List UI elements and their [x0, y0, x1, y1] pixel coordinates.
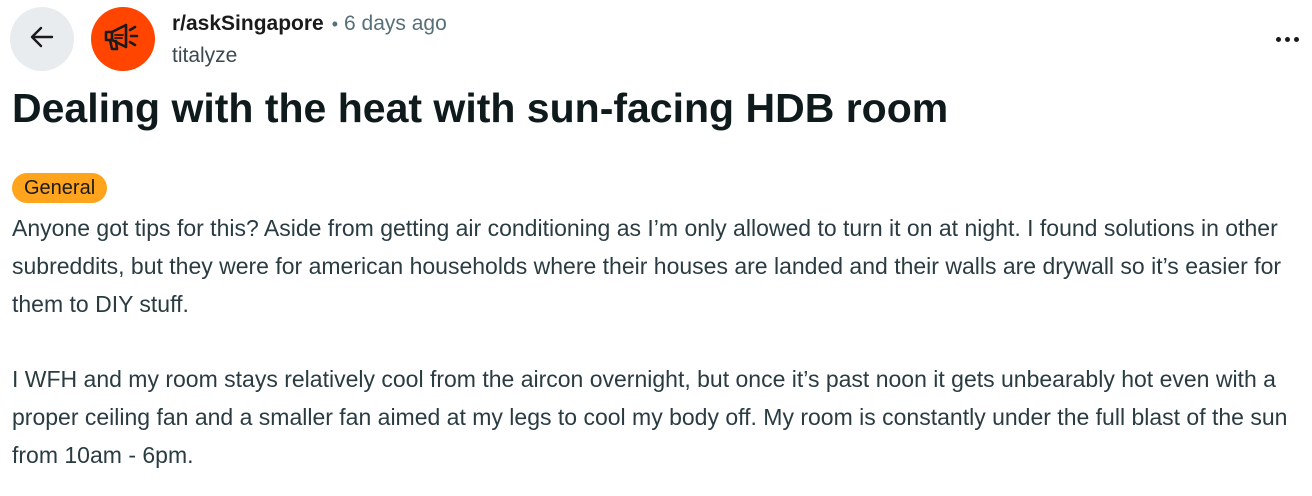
more-horizontal-icon	[1293, 36, 1299, 42]
more-options-button[interactable]	[1270, 24, 1304, 54]
post-paragraph: Anyone got tips for this? Aside from get…	[12, 215, 1282, 317]
subreddit-avatar[interactable]	[91, 7, 155, 71]
more-horizontal-icon	[1284, 36, 1290, 42]
back-button[interactable]	[10, 7, 74, 71]
more-horizontal-icon	[1275, 36, 1281, 42]
post-paragraph: I WFH and my room stays relatively cool …	[12, 366, 1288, 468]
post-title: Dealing with the heat with sun-facing HD…	[12, 85, 949, 131]
author-link[interactable]: titalyze	[172, 42, 237, 70]
post-meta: r/askSingapore • 6 days ago	[172, 10, 447, 38]
subreddit-link[interactable]: r/askSingapore	[172, 12, 324, 35]
arrow-left-icon	[27, 22, 57, 57]
post-body: Anyone got tips for this? Aside from get…	[12, 209, 1308, 474]
post-timestamp: 6 days ago	[344, 12, 447, 35]
post-flair[interactable]: General	[12, 173, 108, 203]
meta-separator: •	[331, 14, 339, 34]
megaphone-icon	[102, 16, 144, 63]
